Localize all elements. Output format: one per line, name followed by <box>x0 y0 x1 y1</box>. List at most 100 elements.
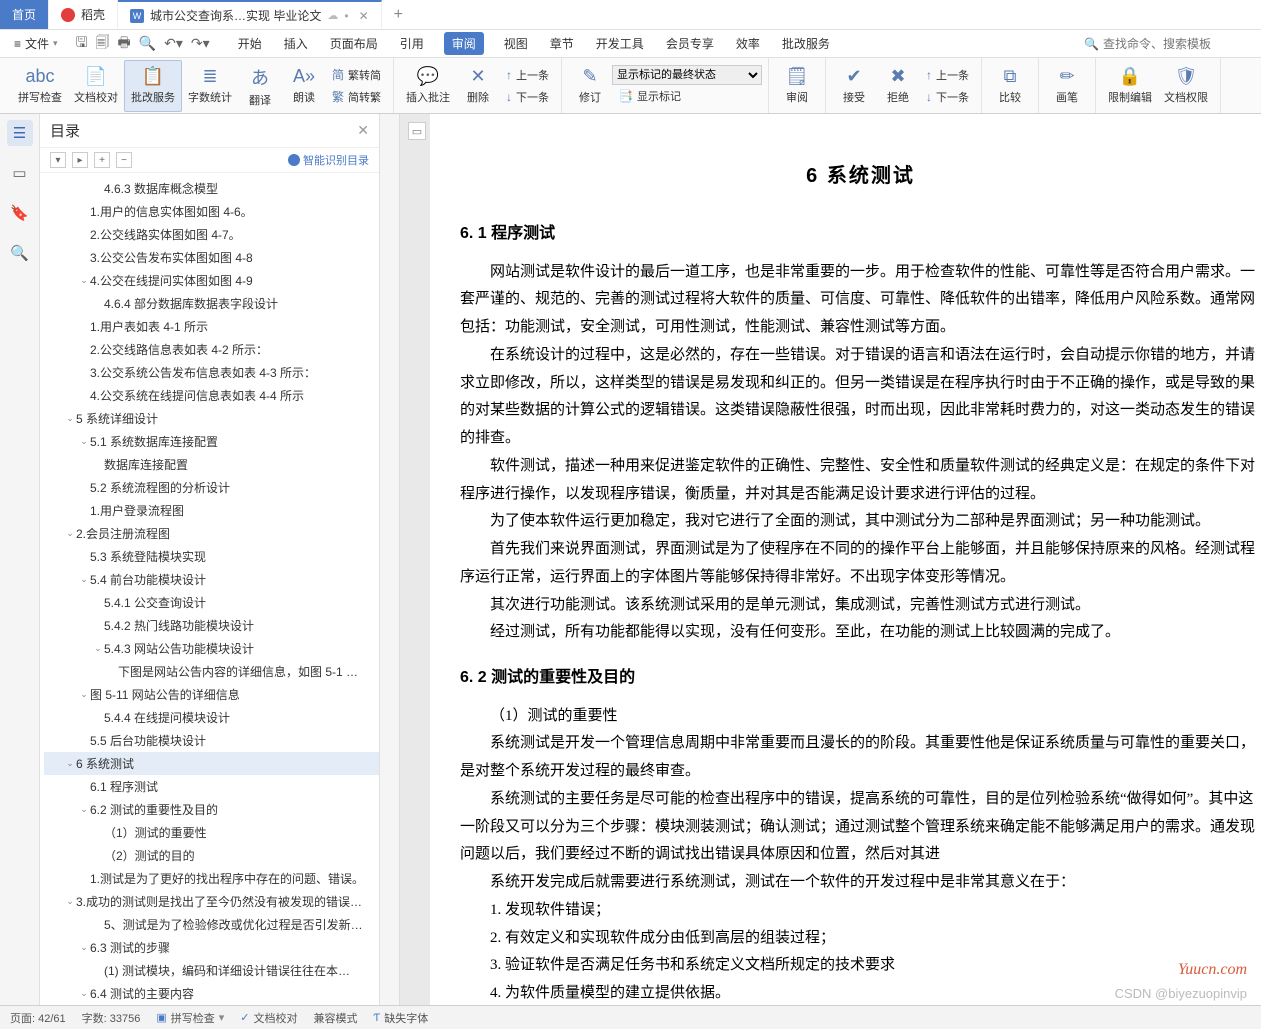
marksvc-button[interactable]: 📋批改服务 <box>124 60 182 112</box>
toggle-icon[interactable]: ⌄ <box>78 275 90 286</box>
remove-heading-icon[interactable]: − <box>116 152 132 168</box>
menu-3[interactable]: 引用 <box>398 31 426 56</box>
outline-item[interactable]: 3.公交系统公告发布信息表如表 4-3 所示： <box>44 361 379 384</box>
add-heading-icon[interactable]: + <box>94 152 110 168</box>
outline-item[interactable]: 5、测试是为了检验修改或优化过程是否引发新… <box>44 913 379 936</box>
expand-icon[interactable]: ▸ <box>72 152 88 168</box>
translate-button[interactable]: あ翻译 <box>238 60 282 112</box>
reject-button[interactable]: ✖拒绝 <box>876 60 920 112</box>
tab-home[interactable]: 首页 <box>0 0 49 29</box>
outline-item[interactable]: 5.3 系统登陆模块实现 <box>44 545 379 568</box>
accept-button[interactable]: ✔接受 <box>832 60 876 112</box>
nav-icon[interactable]: ▭ <box>7 160 33 186</box>
outline-item[interactable]: 5.2 系统流程图的分析设计 <box>44 476 379 499</box>
search-input[interactable] <box>1103 37 1223 51</box>
menu-6[interactable]: 章节 <box>548 31 576 56</box>
status-spellcheck[interactable]: ▣拼写检查▾ <box>156 1010 224 1026</box>
page-toggle-icon[interactable]: ▭ <box>408 122 426 140</box>
find-icon[interactable]: 🔍 <box>7 240 33 266</box>
outline-item[interactable]: ⌄6.4 测试的主要内容 <box>44 982 379 1005</box>
toggle-icon[interactable]: ⌄ <box>64 758 76 769</box>
outline-item[interactable]: ⌄6.2 测试的重要性及目的 <box>44 798 379 821</box>
outline-item[interactable]: ⌄图 5-11 网站公告的详细信息 <box>44 683 379 706</box>
status-missing-font[interactable]: Ƭ缺失字体 <box>374 1010 429 1026</box>
outline-item[interactable]: 6.1 程序测试 <box>44 775 379 798</box>
toggle-icon[interactable]: ⌄ <box>78 988 90 999</box>
print-icon[interactable]: 🖶 <box>118 32 131 56</box>
collapse-all-icon[interactable]: ▾ <box>50 152 66 168</box>
prev-comment-button[interactable]: ↑上一条 <box>500 64 555 86</box>
close-tab-icon[interactable]: ✕ <box>359 9 369 23</box>
outline-item[interactable]: 5.4.2 热门线路功能模块设计 <box>44 614 379 637</box>
toggle-icon[interactable]: ⌄ <box>78 436 90 447</box>
page-indicator[interactable]: 页面: 42/61 <box>10 1010 66 1026</box>
outline-item[interactable]: 4.公交系统在线提问信息表如表 4-4 所示 <box>44 384 379 407</box>
outline-item[interactable]: ⌄4.公交在线提问实体图如图 4-9 <box>44 269 379 292</box>
outline-item[interactable]: 5.5 后台功能模块设计 <box>44 729 379 752</box>
status-compat-mode[interactable]: 兼容模式 <box>314 1010 358 1026</box>
outline-item[interactable]: 5.4.4 在线提问模块设计 <box>44 706 379 729</box>
prev-change-button[interactable]: ↑上一条 <box>920 64 975 86</box>
outline-item[interactable]: 1.用户表如表 4-1 所示 <box>44 315 379 338</box>
outline-item[interactable]: ⌄6 系统测试 <box>44 752 379 775</box>
outline-item[interactable]: 4.6.4 部分数据库数据表字段设计 <box>44 292 379 315</box>
outline-item[interactable]: （1）测试的重要性 <box>44 821 379 844</box>
next-change-button[interactable]: ↓下一条 <box>920 86 975 108</box>
track-changes-button[interactable]: ✎修订 <box>568 60 612 112</box>
tab-add[interactable]: + <box>382 0 415 29</box>
toggle-icon[interactable]: ⌄ <box>78 574 90 585</box>
readaloud-button[interactable]: A»朗读 <box>282 60 326 112</box>
menu-4[interactable]: 审阅 <box>444 32 484 55</box>
next-comment-button[interactable]: ↓下一条 <box>500 86 555 108</box>
document-page[interactable]: 6 系统测试 6. 1 程序测试 网站测试是软件设计的最后一道工序，也是非常重要… <box>430 114 1261 1005</box>
outline-item[interactable]: 2.公交线路信息表如表 4-2 所示： <box>44 338 379 361</box>
outline-item[interactable]: ⌄2.会员注册流程图 <box>44 522 379 545</box>
markup-display-select[interactable]: 显示标记的最终状态 <box>612 65 762 85</box>
redo-icon[interactable]: ↷▾ <box>191 35 210 52</box>
show-markup-button[interactable]: 📑显示标记 <box>612 85 762 107</box>
menu-9[interactable]: 效率 <box>734 31 762 56</box>
toggle-icon[interactable]: ⌄ <box>64 528 76 539</box>
toggle-icon[interactable]: ⌄ <box>78 804 90 815</box>
toggle-icon[interactable]: ⌄ <box>78 689 90 700</box>
outline-item[interactable]: 1.测试是为了更好的找出程序中存在的问题、错误。 <box>44 867 379 890</box>
insert-comment-button[interactable]: 💬插入批注 <box>400 60 456 112</box>
outline-item[interactable]: (1) 测试模块，编码和详细设计错误往往在本… <box>44 959 379 982</box>
ink-button[interactable]: ✏画笔 <box>1045 60 1089 112</box>
outline-item[interactable]: ⌄5 系统详细设计 <box>44 407 379 430</box>
outline-tree[interactable]: 4.6.3 数据库概念模型1.用户的信息实体图如图 4-6。2.公交线路实体图如… <box>40 173 379 1005</box>
menu-5[interactable]: 视图 <box>502 31 530 56</box>
spellcheck-button[interactable]: abc拼写检查 <box>12 60 68 112</box>
toggle-icon[interactable]: ⌄ <box>64 896 76 907</box>
tab-document-active[interactable]: W 城市公交查询系…实现 毕业论文 ☁ • ✕ <box>118 0 382 29</box>
outline-item[interactable]: 1.用户的信息实体图如图 4-6。 <box>44 200 379 223</box>
compare-button[interactable]: ⧉比较 <box>988 60 1032 112</box>
outline-item[interactable]: ⌄5.4.3 网站公告功能模块设计 <box>44 637 379 660</box>
doc-permission-button[interactable]: 🛡文档权限 <box>1158 60 1214 112</box>
word-count[interactable]: 字数: 33756 <box>82 1010 141 1026</box>
smart-outline-button[interactable]: 智能识别目录 <box>288 152 369 168</box>
restrict-edit-button[interactable]: 🔒限制编辑 <box>1102 60 1158 112</box>
menu-0[interactable]: 开始 <box>236 31 264 56</box>
menu-10[interactable]: 批改服务 <box>780 31 832 56</box>
file-menu[interactable]: ≡文件▾ <box>8 33 64 54</box>
outline-item[interactable]: ⌄3.成功的测试则是找出了至今仍然没有被发现的错误… <box>44 890 379 913</box>
outline-item[interactable]: ⌄6.3 测试的步骤 <box>44 936 379 959</box>
delete-comment-button[interactable]: ✕删除 <box>456 60 500 112</box>
command-search[interactable]: 🔍 <box>1084 37 1253 51</box>
bookmark-icon[interactable]: 🔖 <box>7 200 33 226</box>
save-icon[interactable]: 🖫 <box>76 32 88 56</box>
toggle-icon[interactable]: ⌄ <box>78 942 90 953</box>
menu-7[interactable]: 开发工具 <box>594 31 646 56</box>
outline-item[interactable]: 下图是网站公告内容的详细信息，如图 5-1 … <box>44 660 379 683</box>
wordcount-button[interactable]: ≣字数统计 <box>182 60 238 112</box>
print-preview-icon[interactable]: 🔍 <box>139 35 156 52</box>
tab-menu-icon[interactable]: • <box>344 9 348 23</box>
close-outline-icon[interactable]: ✕ <box>357 122 369 139</box>
undo-icon[interactable]: ↶▾ <box>164 35 183 52</box>
menu-2[interactable]: 页面布局 <box>328 31 380 56</box>
outline-item[interactable]: 3.公交公告发布实体图如图 4-8 <box>44 246 379 269</box>
trad-to-simp-button[interactable]: 简繁转简 <box>326 64 387 86</box>
simp-to-trad-button[interactable]: 繁简转繁 <box>326 86 387 108</box>
status-proofread[interactable]: ✓文档校对 <box>240 1010 297 1026</box>
